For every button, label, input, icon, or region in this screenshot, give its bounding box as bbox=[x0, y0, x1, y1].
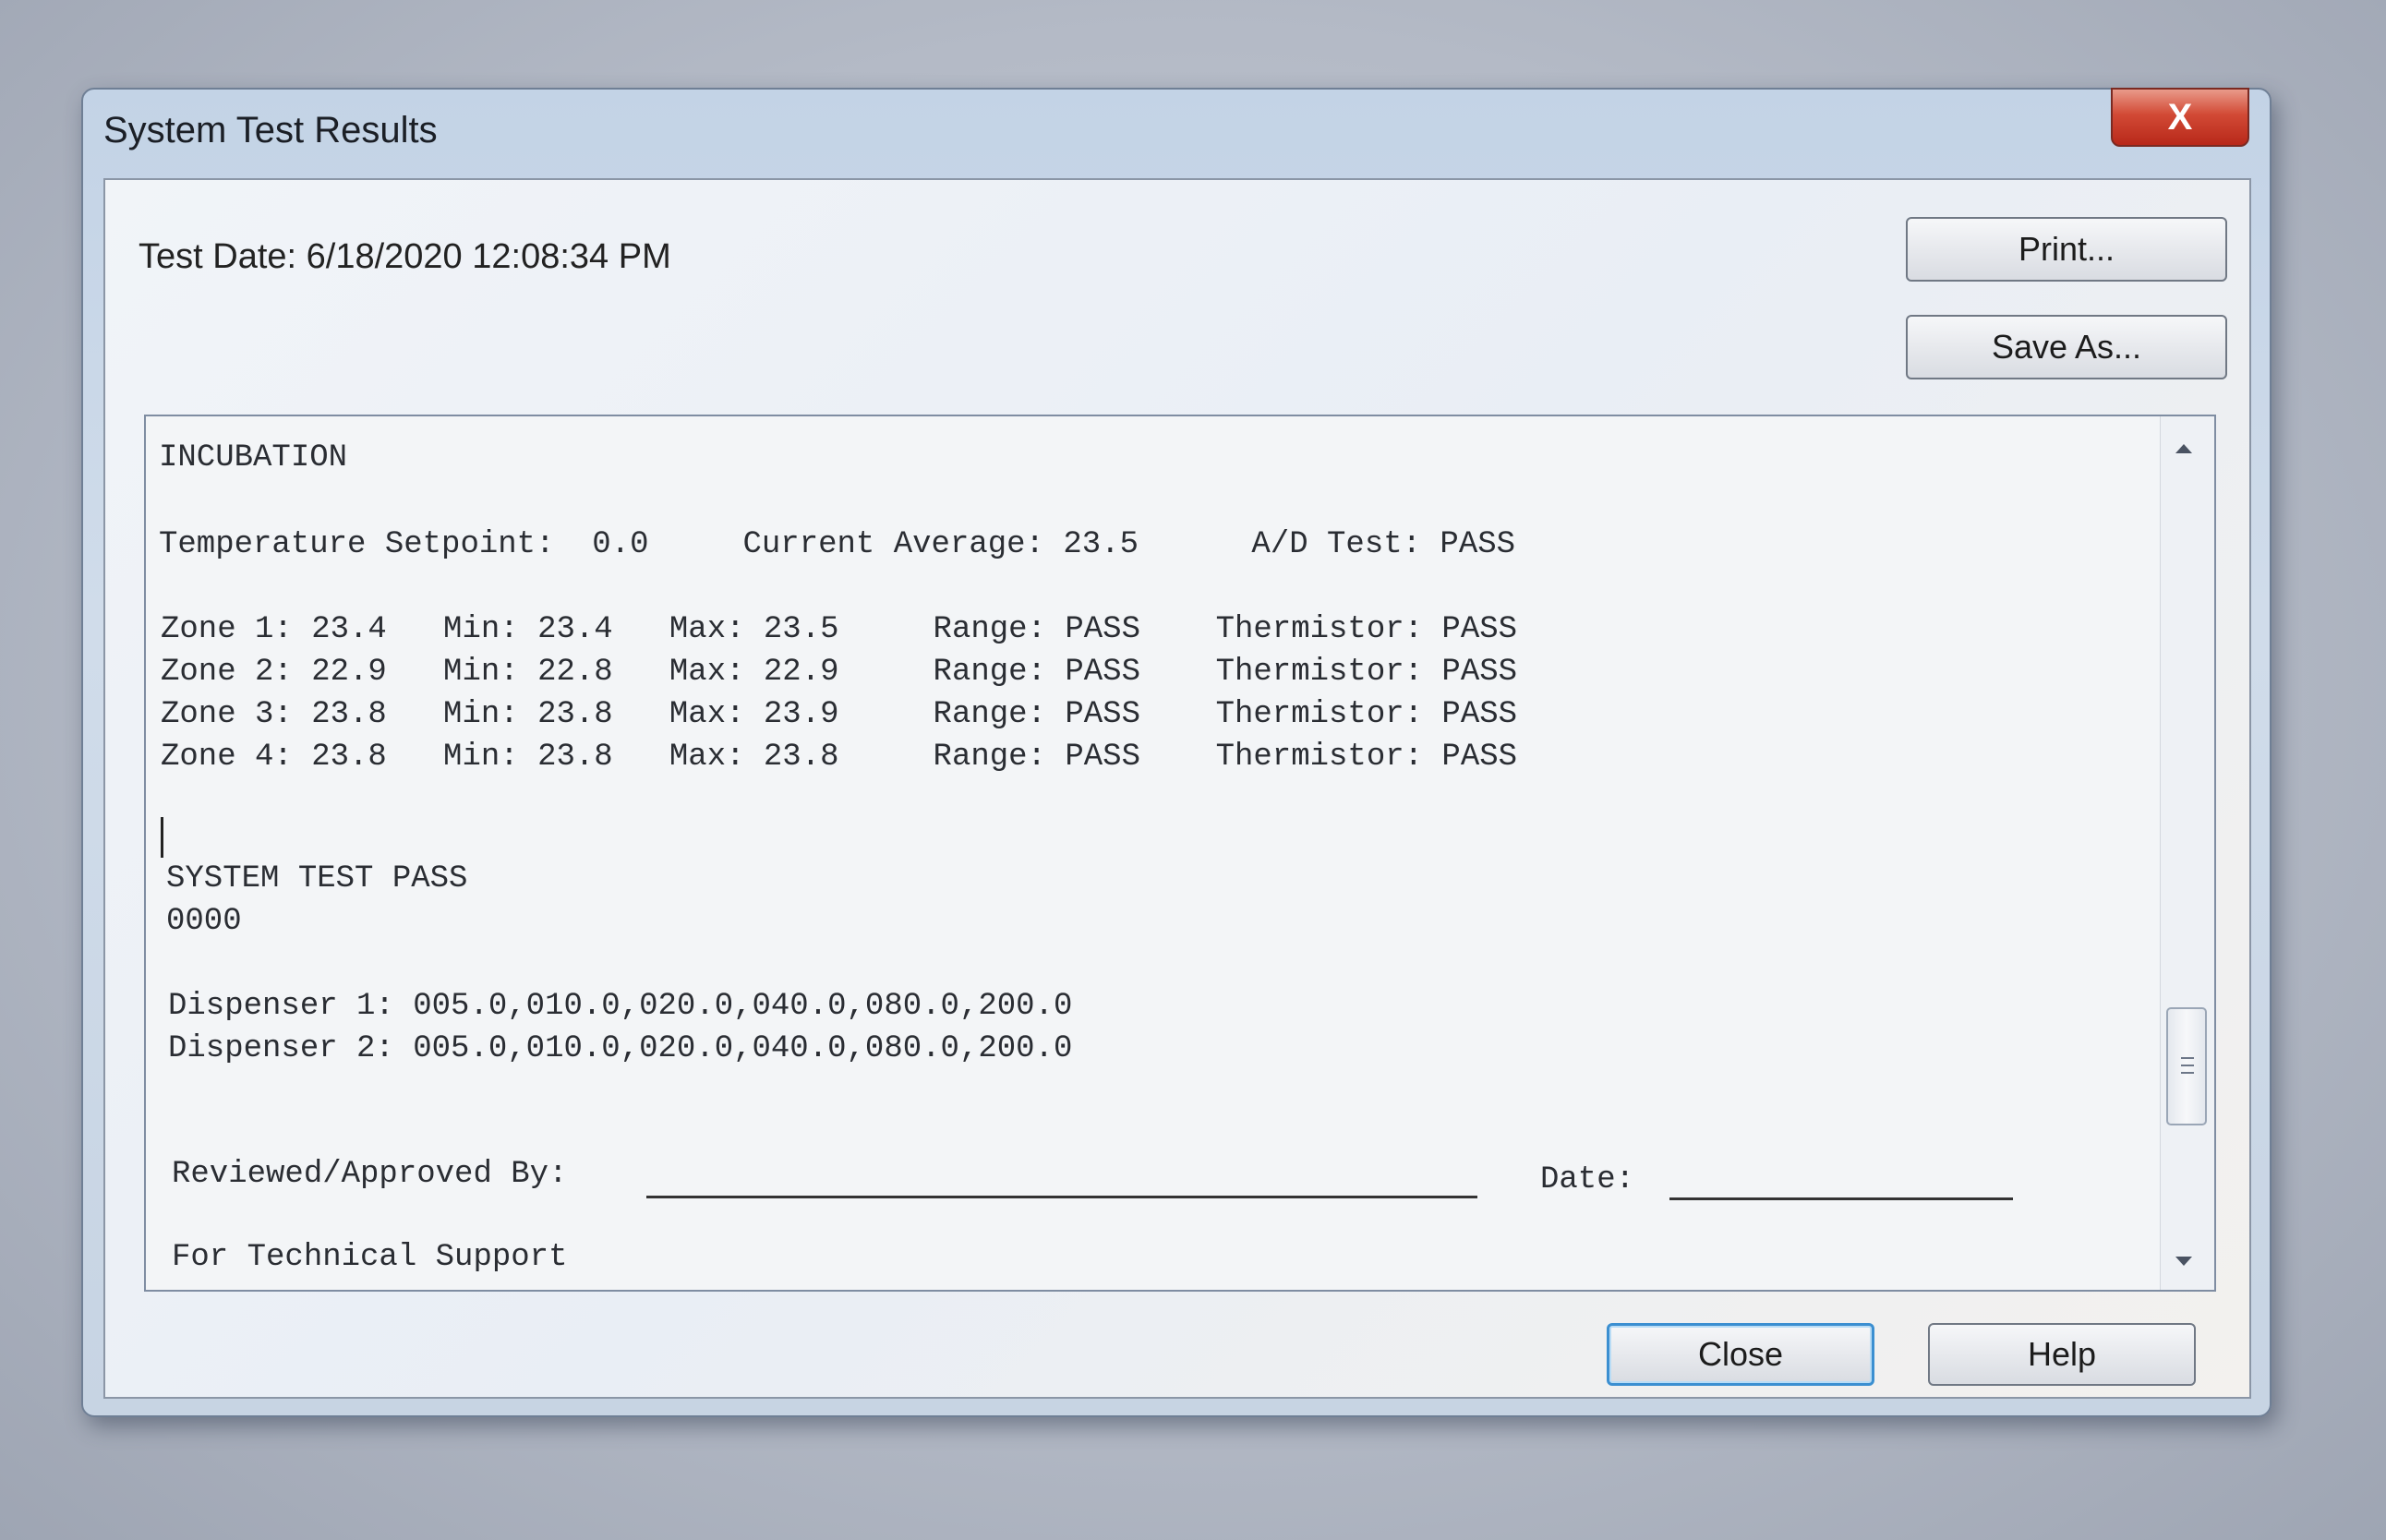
grip-icon bbox=[2181, 1072, 2194, 1074]
scroll-up-arrow-icon[interactable] bbox=[2175, 444, 2192, 453]
setpoint-line: Temperature Setpoint: 0.0 Current Averag… bbox=[159, 527, 1516, 562]
system-test-result: SYSTEM TEST PASS bbox=[166, 861, 468, 896]
date-signature-line bbox=[1669, 1197, 2013, 1200]
test-date-label: Test Date: 6/18/2020 12:08:34 PM bbox=[139, 237, 671, 276]
report-content: INCUBATION Temperature Setpoint: 0.0 Cur… bbox=[159, 426, 2150, 1281]
reviewed-approved-label: Reviewed/Approved By: bbox=[172, 1157, 568, 1192]
text-caret bbox=[161, 817, 163, 858]
zone-row: Zone 1: 23.4 Min: 23.4 Max: 23.5 Range: … bbox=[161, 612, 1518, 647]
report-text-area[interactable]: INCUBATION Temperature Setpoint: 0.0 Cur… bbox=[144, 415, 2216, 1292]
print-button[interactable]: Print... bbox=[1906, 217, 2227, 282]
date-label: Date: bbox=[1540, 1162, 1635, 1197]
result-code: 0000 bbox=[166, 904, 242, 939]
title-bar[interactable]: System Test Results X bbox=[83, 88, 2270, 174]
dialog-client-area: Test Date: 6/18/2020 12:08:34 PM Print..… bbox=[103, 178, 2251, 1399]
grip-icon bbox=[2181, 1065, 2194, 1066]
dispenser-row: Dispenser 2: 005.0,010.0,020.0,040.0,080… bbox=[168, 1031, 1073, 1066]
window-title: System Test Results bbox=[103, 110, 438, 150]
zone-row: Zone 3: 23.8 Min: 23.8 Max: 23.9 Range: … bbox=[161, 697, 1518, 732]
reviewed-signature-line bbox=[646, 1196, 1477, 1198]
close-button[interactable]: Close bbox=[1607, 1323, 1874, 1386]
system-test-results-window: System Test Results X Test Date: 6/18/20… bbox=[81, 88, 2272, 1417]
grip-icon bbox=[2181, 1057, 2194, 1059]
save-as-button[interactable]: Save As... bbox=[1906, 315, 2227, 379]
zone-row: Zone 2: 22.9 Min: 22.8 Max: 22.9 Range: … bbox=[161, 655, 1518, 690]
section-title: INCUBATION bbox=[159, 440, 348, 475]
scroll-down-arrow-icon[interactable] bbox=[2175, 1257, 2192, 1266]
dispenser-row: Dispenser 1: 005.0,010.0,020.0,040.0,080… bbox=[168, 989, 1073, 1024]
help-button[interactable]: Help bbox=[1928, 1323, 2196, 1386]
vertical-scrollbar[interactable] bbox=[2160, 416, 2214, 1290]
scrollbar-thumb[interactable] bbox=[2166, 1007, 2207, 1125]
zone-row: Zone 4: 23.8 Min: 23.8 Max: 23.8 Range: … bbox=[161, 740, 1518, 775]
close-window-button[interactable]: X bbox=[2111, 88, 2249, 147]
technical-support-label: For Technical Support bbox=[172, 1240, 568, 1275]
